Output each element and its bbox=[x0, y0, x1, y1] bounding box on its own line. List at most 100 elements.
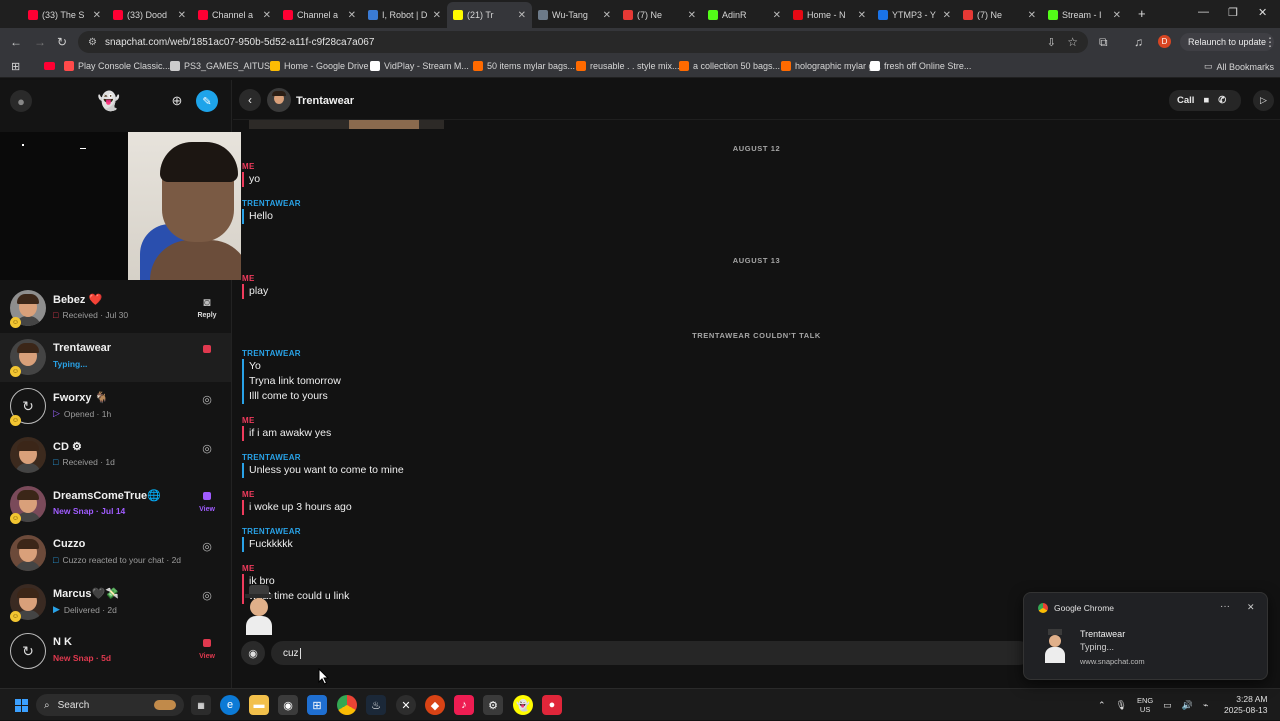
bookmark-item[interactable]: a collection 50 bags... bbox=[679, 61, 780, 71]
chat-action[interactable]: ◎ bbox=[196, 442, 218, 455]
bookmark-item[interactable]: 50 items mylar bags... bbox=[473, 61, 575, 71]
bookmark-item[interactable]: reusable . . style mix... bbox=[576, 61, 680, 71]
chat-action[interactable]: View bbox=[196, 491, 218, 513]
microphone-icon[interactable]: 🎙 bbox=[1116, 700, 1127, 711]
chat-avatar[interactable]: ↻ bbox=[10, 633, 46, 669]
site-info-icon[interactable]: ⚙ bbox=[88, 37, 97, 48]
camera-app-icon[interactable]: ◉ bbox=[278, 695, 298, 715]
message-bubble[interactable]: Yo Tryna link tomorrow Illl come to yours bbox=[242, 359, 341, 404]
snapchat-taskbar-icon[interactable]: 👻 bbox=[513, 695, 533, 715]
bookmark-item[interactable]: Home - Google Drive bbox=[270, 61, 369, 71]
tab-close-icon[interactable]: ✕ bbox=[93, 10, 101, 21]
browser-tab[interactable]: (33) The S ✕ bbox=[22, 2, 107, 28]
chat-list-item[interactable]: CD ⚙ □ Received · 1d ◎ bbox=[0, 431, 231, 480]
taskbar-search[interactable]: ⌕ Search bbox=[36, 694, 184, 716]
language-indicator[interactable]: ENG US bbox=[1137, 696, 1153, 714]
settings-icon[interactable]: ⚙ bbox=[483, 695, 503, 715]
tray-chevron-icon[interactable]: ⌃ bbox=[1098, 700, 1106, 711]
contact-name[interactable]: Trentawear bbox=[296, 95, 354, 107]
relaunch-button[interactable]: Relaunch to update bbox=[1180, 33, 1275, 51]
browser-tab[interactable]: Stream - I ✕ bbox=[1042, 2, 1127, 28]
address-bar[interactable]: ⚙ snapchat.com/web/1851ac07-950b-5d52-a1… bbox=[78, 31, 1088, 53]
notification-close-icon[interactable]: ✕ bbox=[1247, 602, 1255, 613]
minimize-icon[interactable]: — bbox=[1198, 6, 1209, 18]
file-explorer-icon[interactable]: ▬ bbox=[249, 695, 269, 715]
chat-list-item[interactable]: ☺ Marcus🖤💸 ▶ Delivered · 2d ◎ bbox=[0, 578, 231, 627]
steam-icon[interactable]: ♨ bbox=[366, 695, 386, 715]
media-control-icon[interactable]: ♫ bbox=[1134, 35, 1143, 49]
voice-call-icon[interactable]: ✆ bbox=[1218, 95, 1226, 106]
chat-action[interactable]: ◎ bbox=[196, 589, 218, 602]
chat-action[interactable]: ◎ bbox=[196, 540, 218, 553]
install-app-icon[interactable]: ⇩ bbox=[1047, 36, 1056, 49]
edge-icon[interactable]: e bbox=[220, 695, 240, 715]
volume-icon[interactable]: 🔊 bbox=[1182, 700, 1193, 711]
browser-tab[interactable]: YTMP3 - Y ✕ bbox=[872, 2, 957, 28]
all-bookmarks[interactable]: ▭ All Bookmarks bbox=[1204, 61, 1274, 72]
browser-tab[interactable]: Channel a ✕ bbox=[192, 2, 277, 28]
camera-icon[interactable]: ◉ bbox=[241, 641, 265, 665]
browser-tab[interactable]: I, Robot | D ✕ bbox=[362, 2, 447, 28]
tab-close-icon[interactable]: ✕ bbox=[348, 10, 356, 21]
maximize-icon[interactable]: ❐ bbox=[1228, 6, 1238, 19]
anydesk-icon[interactable]: ◆ bbox=[425, 695, 445, 715]
tab-close-icon[interactable]: ✕ bbox=[433, 10, 441, 21]
profile-avatar[interactable]: D bbox=[1158, 35, 1171, 48]
message-bubble[interactable]: yo bbox=[242, 172, 260, 187]
message-bubble[interactable]: i woke up 3 hours ago bbox=[242, 500, 352, 515]
bookmark-star-icon[interactable]: ☆ bbox=[1067, 35, 1078, 49]
chat-action[interactable]: ◙ Reply bbox=[196, 295, 218, 319]
recorder-icon[interactable]: ● bbox=[542, 695, 562, 715]
tab-close-icon[interactable]: ✕ bbox=[603, 10, 611, 21]
browser-tab[interactable]: (21) Tr ✕ bbox=[447, 2, 532, 28]
browser-tab[interactable]: Channel a ✕ bbox=[277, 2, 362, 28]
chat-list-item[interactable]: ☺ Trentawear Typing... bbox=[0, 333, 231, 382]
chat-avatar[interactable] bbox=[10, 437, 46, 473]
bookmark-item[interactable]: VidPlay - Stream M... bbox=[370, 61, 469, 71]
tab-close-icon[interactable]: ✕ bbox=[1113, 10, 1121, 21]
tab-close-icon[interactable]: ✕ bbox=[1028, 10, 1036, 21]
contact-avatar[interactable] bbox=[267, 88, 291, 112]
chat-input[interactable]: cuz bbox=[271, 641, 1031, 665]
tab-close-icon[interactable]: ✕ bbox=[773, 10, 781, 21]
display-icon[interactable]: ▭ bbox=[1163, 700, 1172, 711]
tab-close-icon[interactable]: ✕ bbox=[518, 10, 526, 21]
extensions-icon[interactable]: ⧉ bbox=[1099, 35, 1108, 50]
browser-tab[interactable]: AdinR ✕ bbox=[702, 2, 787, 28]
tab-close-icon[interactable]: ✕ bbox=[178, 10, 186, 21]
message-bubble[interactable]: Fuckkkkk bbox=[242, 537, 293, 552]
chat-list-item[interactable]: ☺ Bebez ❤️ □ Received · Jul 30 ◙ Reply bbox=[0, 284, 231, 333]
tab-close-icon[interactable]: ✕ bbox=[943, 10, 951, 21]
browser-tab[interactable]: (33) Dood ✕ bbox=[107, 2, 192, 28]
back-icon[interactable]: ← bbox=[10, 35, 22, 49]
chat-avatar[interactable] bbox=[10, 535, 46, 571]
apps-grid-icon[interactable]: ⊞ bbox=[11, 60, 20, 73]
notification-menu-icon[interactable]: ··· bbox=[1220, 601, 1230, 612]
chat-action[interactable]: ◎ bbox=[196, 393, 218, 406]
new-tab-button[interactable]: + bbox=[1138, 6, 1146, 21]
message-bubble[interactable]: if i am awakw yes bbox=[242, 426, 331, 441]
chat-list-item[interactable]: ↻ ☺ Fworxy 🐐 ▷ Opened · 1h ◎ bbox=[0, 382, 231, 431]
chat-list-item[interactable]: Cuzzo □ Cuzzo reacted to your chat · 2d ◎ bbox=[0, 529, 231, 578]
back-chevron-icon[interactable]: ‹ bbox=[239, 89, 261, 111]
chat-list-item[interactable]: ↻ N K New Snap · 5d View bbox=[0, 627, 231, 676]
tiktok-icon[interactable]: ♪ bbox=[454, 695, 474, 715]
youtube-bookmark-icon[interactable] bbox=[44, 62, 55, 70]
snapchat-ghost-icon[interactable]: 👻 bbox=[98, 90, 120, 112]
tab-close-icon[interactable]: ✕ bbox=[263, 10, 271, 21]
bookmark-item[interactable]: PS3_GAMES_AITUS... bbox=[170, 61, 278, 71]
browser-tab[interactable]: (7) Ne ✕ bbox=[957, 2, 1042, 28]
chat-action[interactable] bbox=[196, 344, 218, 356]
bookmark-item[interactable]: fresh off Online Stre... bbox=[870, 61, 971, 71]
clock[interactable]: 3:28 AM 2025-08-13 bbox=[1224, 694, 1267, 716]
bookmark-item[interactable]: holographic mylar g... bbox=[781, 61, 881, 71]
message-bubble[interactable]: Hello bbox=[242, 209, 273, 224]
bookmark-item[interactable]: Play Console Classic... bbox=[64, 61, 170, 71]
new-chat-button[interactable]: ✎ bbox=[196, 90, 218, 112]
chrome-icon[interactable] bbox=[337, 695, 357, 715]
browser-tab[interactable]: Home - N ✕ bbox=[787, 2, 872, 28]
tab-close-icon[interactable]: ✕ bbox=[858, 10, 866, 21]
chat-action[interactable]: View bbox=[196, 638, 218, 660]
windows-start-icon[interactable] bbox=[11, 695, 31, 715]
store-icon[interactable]: ⊞ bbox=[307, 695, 327, 715]
